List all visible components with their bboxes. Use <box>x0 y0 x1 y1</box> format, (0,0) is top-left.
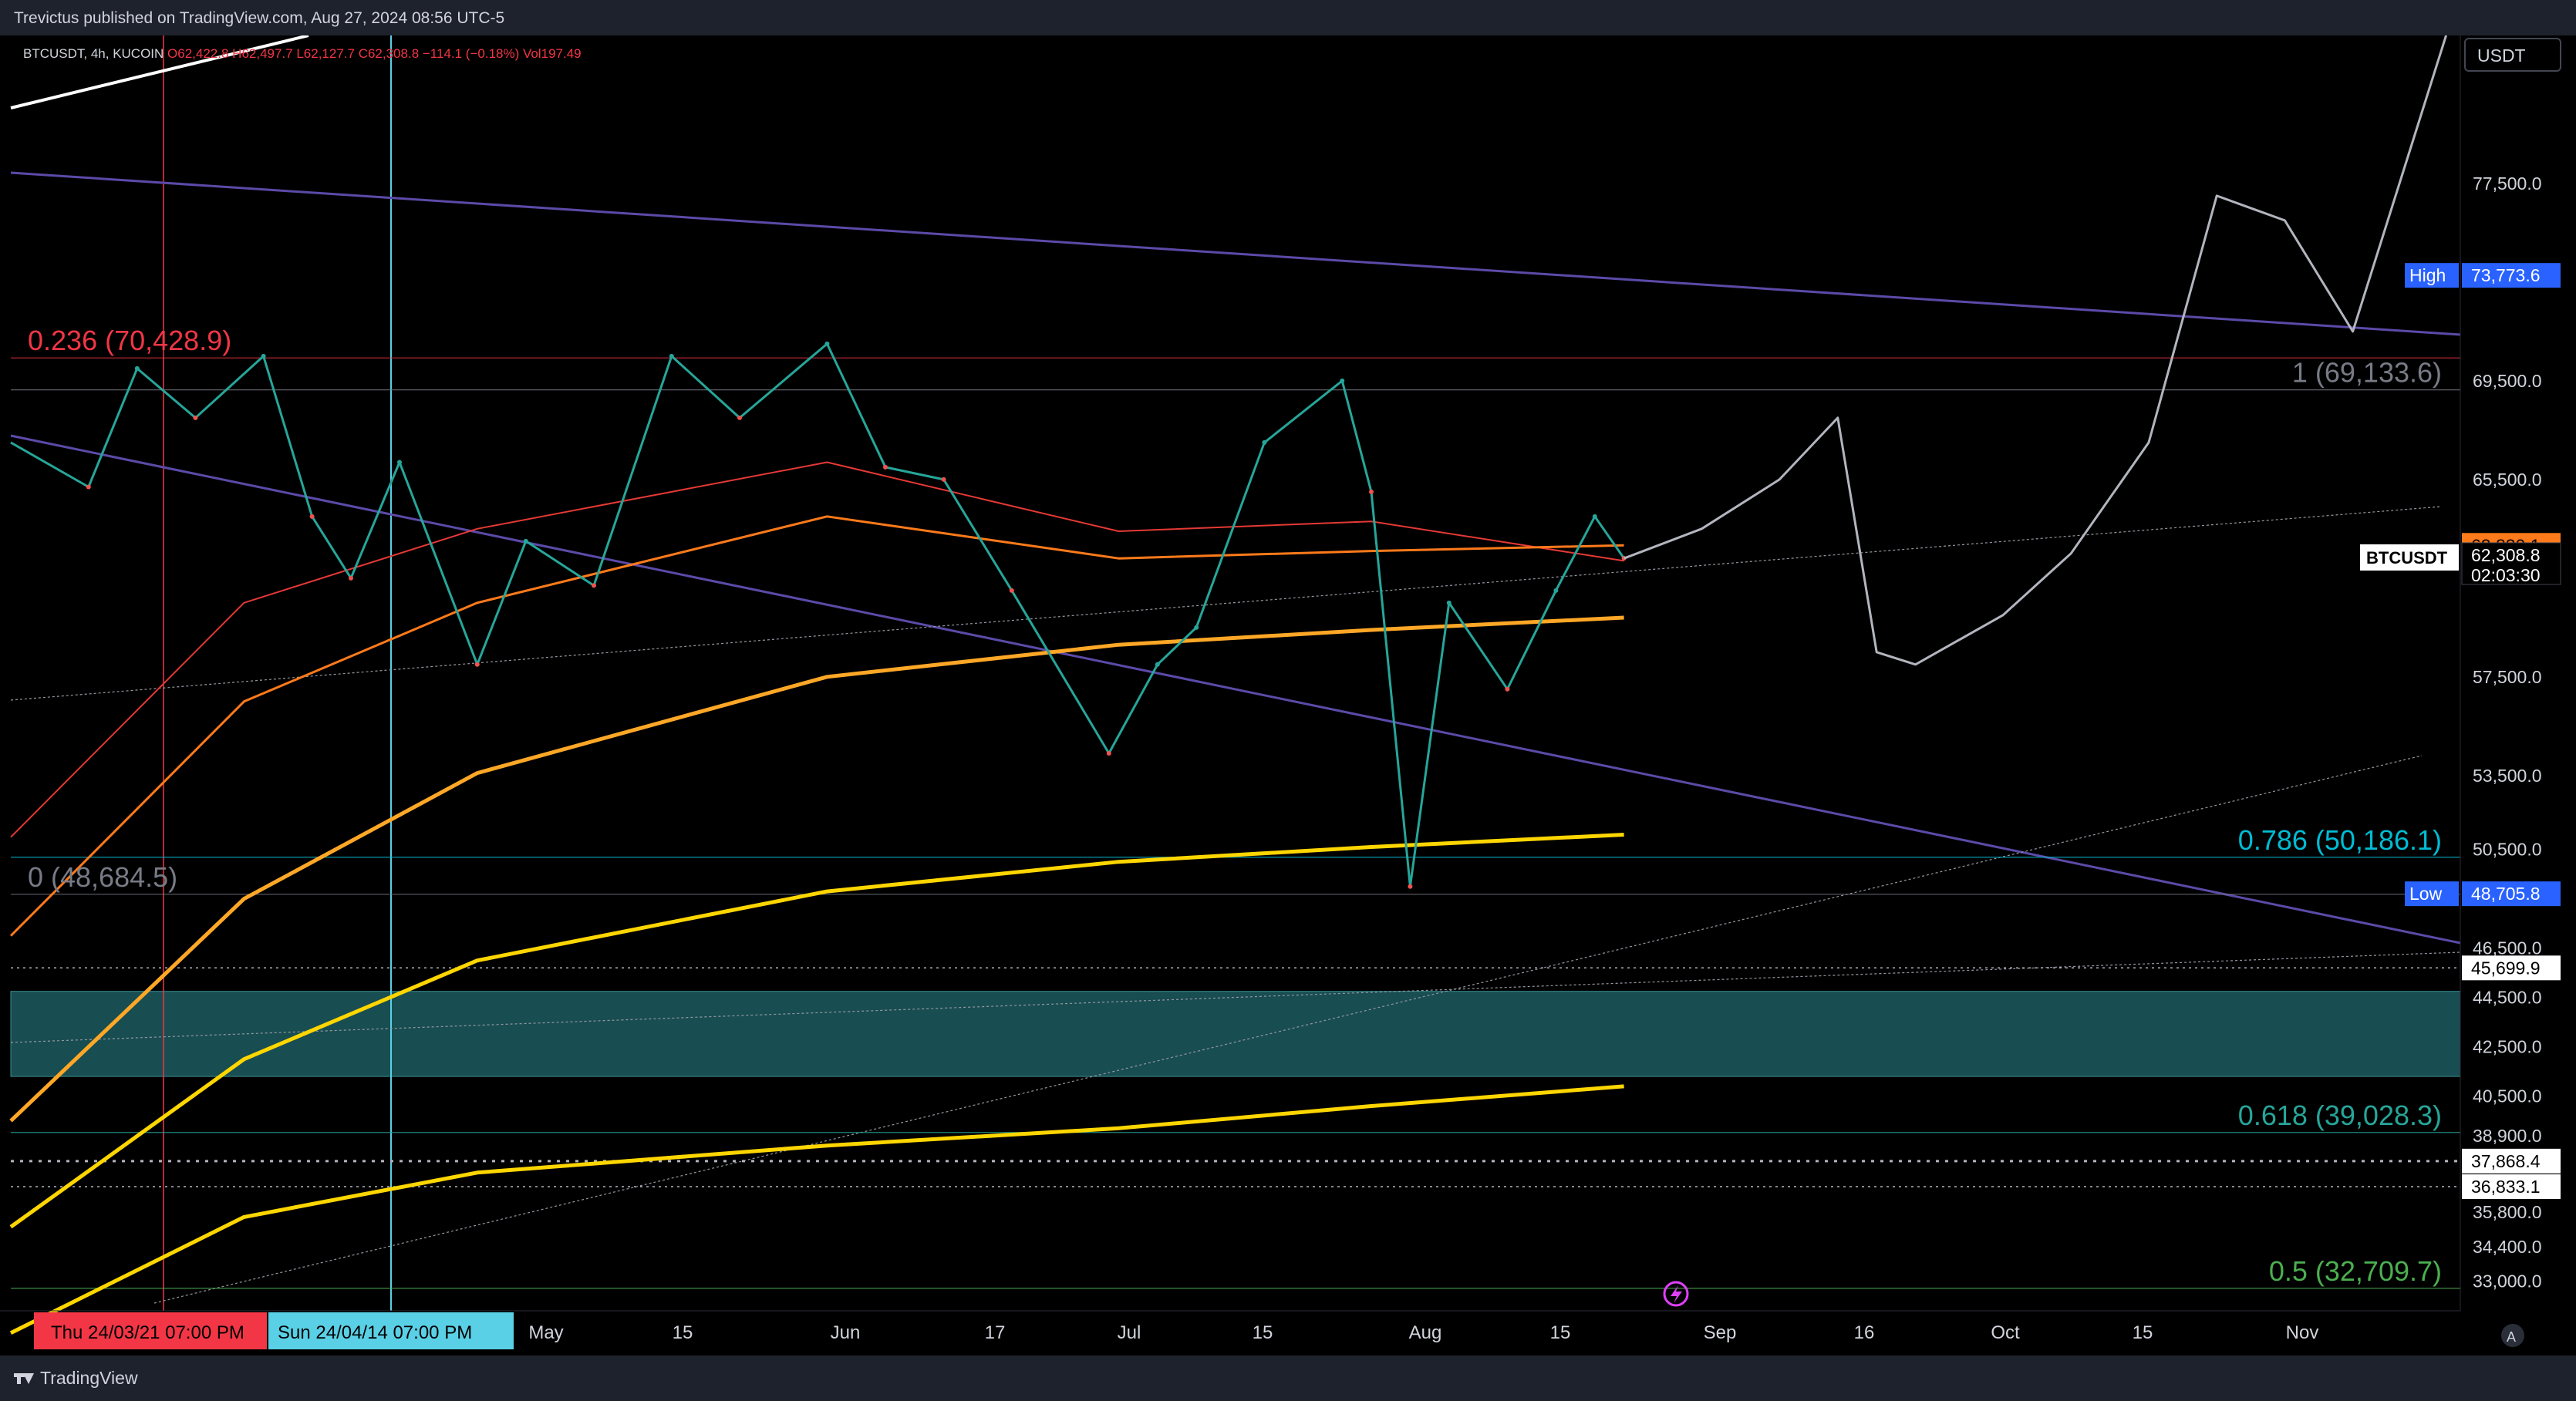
price-point <box>883 464 888 470</box>
chart-background <box>0 35 2576 1356</box>
legend-volume: Vol197.49 <box>522 46 582 61</box>
auto-scale-glyph: A <box>2507 1329 2516 1345</box>
price-point <box>1155 662 1160 667</box>
price-point <box>1262 439 1267 445</box>
time-tick: Aug <box>1409 1322 1442 1343</box>
time-tick: 15 <box>1550 1322 1571 1343</box>
legend-ohlc: O62,422.8 H62,497.7 L62,127.7 C62,308.8 … <box>167 46 520 61</box>
price-point <box>261 353 266 359</box>
price-chart[interactable]: 0.236 (70,428.9) 1 (69,133.6) 0 (48,684.5)… <box>0 35 2576 1356</box>
price-point <box>1106 750 1111 756</box>
fib-label-f0618: 0.618 (39,028.3) <box>2238 1100 2442 1131</box>
price-point <box>193 415 198 420</box>
fib-label-f0786: 0.786 (50,186.1) <box>2238 824 2442 856</box>
level-c-tag-value: 36,833.1 <box>2471 1177 2541 1197</box>
time-tick: 15 <box>2133 1322 2153 1343</box>
low-tag-label: Low <box>2409 884 2443 904</box>
price-tick: 46,500.0 <box>2473 938 2542 958</box>
top-bar: Trevictus published on TradingView.com, … <box>0 0 2576 35</box>
bottom-bar: TradingView <box>0 1356 2576 1401</box>
price-point <box>309 514 315 519</box>
price-point <box>1553 588 1559 593</box>
legend-symbol: BTCUSDT, 4h, KUCOIN <box>23 46 164 61</box>
fib-label-f05: 0.5 (32,709.7) <box>2269 1255 2442 1287</box>
symbol-legend: BTCUSDT, 4h, KUCOIN O62,422.8 H62,497.7 … <box>23 46 582 62</box>
tradingview-brand: TradingView <box>40 1368 138 1388</box>
fib-label-f0236: 0.236 (70,428.9) <box>28 325 231 356</box>
tradingview-logo[interactable]: TradingView <box>14 1368 138 1389</box>
time-tick: 15 <box>673 1322 693 1343</box>
price-point <box>1505 686 1510 692</box>
price-tick: 35,800.0 <box>2473 1202 2542 1222</box>
price-point <box>669 353 674 359</box>
high-tag-value: 73,773.6 <box>2471 265 2541 285</box>
countdown-value: 02:03:30 <box>2471 565 2541 585</box>
price-point <box>1408 884 1413 889</box>
price-point <box>1009 588 1014 593</box>
price-point <box>349 575 353 581</box>
price-point <box>1446 600 1452 605</box>
price-tick: 33,000.0 <box>2473 1271 2542 1292</box>
price-point <box>397 460 402 465</box>
publisher-line: Trevictus published on TradingView.com, … <box>14 9 505 27</box>
price-tick: 65,500.0 <box>2473 470 2542 490</box>
low-tag-value: 48,705.8 <box>2471 884 2541 904</box>
price-point <box>86 484 91 490</box>
price-point <box>1592 514 1597 519</box>
price-tick: 44,500.0 <box>2473 988 2542 1008</box>
price-point <box>523 538 528 544</box>
price-point <box>474 662 480 667</box>
last-price-value: 62,308.8 <box>2471 545 2541 565</box>
time-tick: 15 <box>1253 1322 1273 1343</box>
time-tick: 16 <box>1854 1322 1875 1343</box>
price-tick: 57,500.0 <box>2473 667 2542 687</box>
time-tick: Oct <box>1991 1322 2020 1343</box>
time-tick: Jun <box>831 1322 861 1343</box>
price-tick: 69,500.0 <box>2473 371 2542 391</box>
level-b-tag-value: 37,868.4 <box>2471 1151 2541 1171</box>
price-point <box>592 583 596 588</box>
currency-label: USDT <box>2477 45 2526 66</box>
time-tick: Sep <box>1704 1322 1737 1343</box>
high-tag-label: High <box>2409 265 2446 285</box>
price-tick: 42,500.0 <box>2473 1037 2542 1057</box>
time-tick: Jul <box>1118 1322 1141 1343</box>
price-tick: 50,500.0 <box>2473 840 2542 860</box>
time-tick: 17 <box>985 1322 1006 1343</box>
price-tick: 40,500.0 <box>2473 1086 2542 1106</box>
tradingview-logo-icon <box>14 1371 34 1386</box>
price-tick: 77,500.0 <box>2473 173 2542 194</box>
level-a-tag-value: 45,699.9 <box>2471 958 2541 978</box>
fib-label-f0: 0 (48,684.5) <box>28 861 177 893</box>
price-tick: 38,900.0 <box>2473 1126 2542 1146</box>
price-tick: 34,400.0 <box>2473 1237 2542 1257</box>
price-point <box>134 365 140 371</box>
time-tick: May <box>528 1322 563 1343</box>
time-tick: Nov <box>2286 1322 2319 1343</box>
symbol-tag: BTCUSDT <box>2366 548 2448 567</box>
price-point <box>1194 625 1199 630</box>
price-point <box>737 415 742 420</box>
price-point <box>941 477 946 482</box>
price-point <box>1369 489 1374 494</box>
price-point <box>1340 378 1345 383</box>
fib-label-f1: 1 (69,133.6) <box>2292 357 2442 389</box>
price-tick: 53,500.0 <box>2473 766 2542 786</box>
time-marker-2-label: Sun 24/04/14 07:00 PM <box>278 1322 472 1343</box>
time-marker-1-label: Thu 24/03/21 07:00 PM <box>51 1322 244 1343</box>
price-point <box>824 341 830 346</box>
